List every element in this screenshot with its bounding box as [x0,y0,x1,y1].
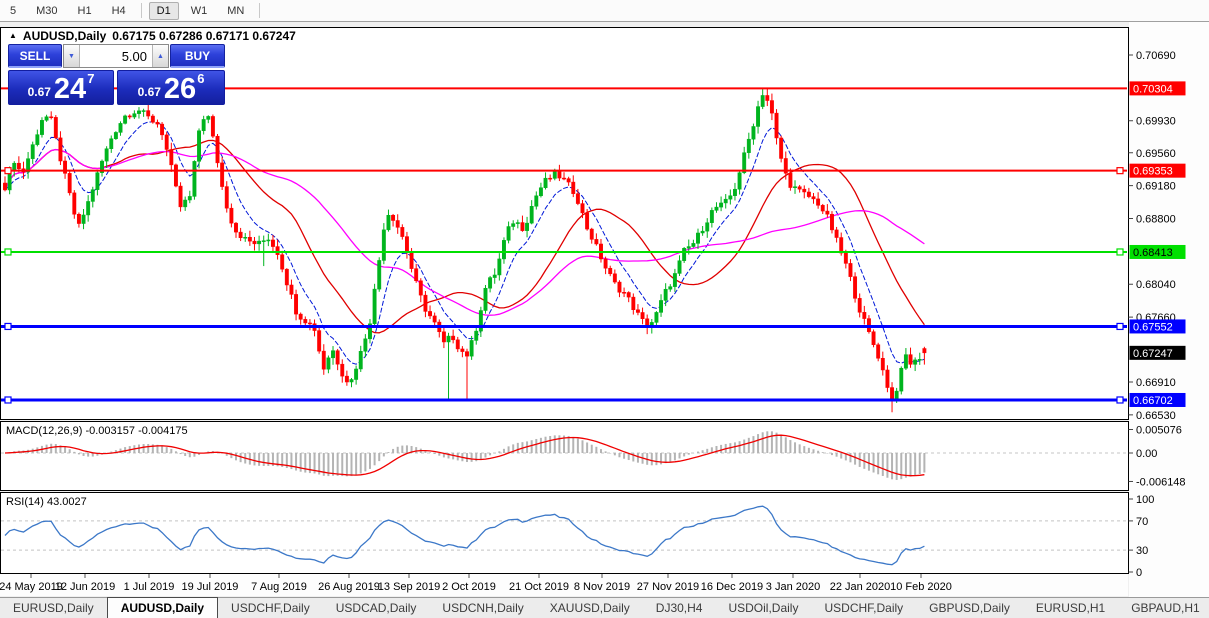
buy-price-pips: 26 [164,74,196,104]
support-line-2-price-label: 0.66702 [1133,395,1173,407]
date-tick-label: 3 Jan 2020 [766,581,820,593]
tab-usdcad-daily[interactable]: USDCAD,Daily [323,598,430,618]
tab-usdcnh-daily[interactable]: USDCNH,Daily [429,598,536,618]
buy-button[interactable]: BUY [170,44,225,68]
buy-price-base: 0.67 [138,85,161,99]
pivot-line-handle[interactable] [1117,249,1123,255]
price-tick-label: 0.66530 [1136,410,1176,422]
date-tick-label: 8 Nov 2019 [574,581,630,593]
toolbar-timeframe-m30[interactable]: M30 [28,2,65,20]
resistance-line-1-price-label: 0.70304 [1133,83,1173,95]
support-line-2-handle[interactable] [1117,397,1123,403]
date-tick-label: 26 Aug 2019 [318,581,380,593]
support-line-1-handle[interactable] [5,323,11,329]
date-tick-label: 2 Oct 2019 [442,581,496,593]
toolbar-timeframe-m5-partial[interactable]: 5 [2,2,24,20]
date-tick-label: 13 Sep 2019 [378,581,440,593]
tab-audusd-daily[interactable]: AUDUSD,Daily [107,597,218,618]
support-line-2-handle[interactable] [5,397,11,403]
chart-symbol-label: AUDUSD,Daily [23,29,106,43]
chart-ohlc-values: 0.67175 0.67286 0.67171 0.67247 [112,29,296,43]
date-tick-label: 27 Nov 2019 [637,581,699,593]
current-price-label: 0.67247 [1133,348,1173,360]
pivot-line-price-label: 0.68413 [1133,247,1173,259]
tab-gbpusd-daily[interactable]: GBPUSD,Daily [916,598,1023,618]
date-tick-label: 7 Aug 2019 [251,581,307,593]
tab-usdchf-daily[interactable]: USDCHF,Daily [811,598,916,618]
volume-increase-button[interactable]: ▲ [152,45,168,67]
macd-scale-label: -0.006148 [1136,476,1186,488]
buy-price-point: 6 [197,71,204,86]
chart-title: ▲ AUDUSD,Daily 0.67175 0.67286 0.67171 0… [9,29,296,43]
timeframe-toolbar: 5M30 H1H4 D1W1MN [0,0,1209,22]
price-scale-column[interactable] [1129,22,1209,597]
volume-input[interactable]: 5.00 [80,45,152,67]
price-tick-label: 0.70690 [1136,50,1176,62]
resistance-line-2-price-label: 0.69353 [1133,166,1173,178]
collapse-chart-icon[interactable]: ▲ [9,32,17,40]
tab-dj30-h4[interactable]: DJ30,H4 [643,598,716,618]
price-tick-label: 0.69560 [1136,148,1176,160]
sell-price-pips: 24 [54,74,86,104]
rsi-panel[interactable] [1,493,1129,574]
tab-usdchf-daily[interactable]: USDCHF,Daily [218,598,323,618]
support-line-1-handle[interactable] [1117,323,1123,329]
sell-button[interactable]: SELL [8,44,62,68]
toolbar-timeframe-h1[interactable]: H1 [70,2,100,20]
date-tick-label: 24 May 2019 [0,581,63,593]
macd-indicator-label: MACD(12,26,9) -0.003157 -0.004175 [6,425,188,437]
volume-control: ▼ 5.00 ▲ [63,44,169,68]
sell-price-button[interactable]: 0.67 24 7 [8,70,114,105]
toolbar-separator [259,3,260,18]
buy-price-button[interactable]: 0.67 26 6 [117,70,225,105]
rsi-indicator-label: RSI(14) 43.0027 [6,496,87,508]
tab-eurusd-h1[interactable]: EURUSD,H1 [1023,598,1118,618]
rsi-scale-label: 100 [1136,494,1154,506]
chart-tab-bar: EURUSD,DailyAUDUSD,DailyUSDCHF,DailyUSDC… [0,597,1209,618]
tab-gbpaud-h1[interactable]: GBPAUD,H1 [1118,598,1209,618]
date-tick-label: 1 Jul 2019 [124,581,175,593]
toolbar-timeframe-d1[interactable]: D1 [149,2,179,20]
date-tick-label: 12 Jun 2019 [55,581,116,593]
support-line-1-price-label: 0.67552 [1133,321,1173,333]
one-click-trade-panel: SELL ▼ 5.00 ▲ BUY 0.67 24 7 0.67 26 6 [8,44,225,105]
macd-scale-label: 0.00 [1136,448,1157,460]
trading-platform-window: 0.70690 0.69930 0.69560 0.69180 0.68800 0.680… [0,0,1209,618]
date-tick-label: 21 Oct 2019 [509,581,569,593]
resistance-line-2-handle[interactable] [5,168,11,174]
resistance-line-2-handle[interactable] [1117,168,1123,174]
tab-xauusd-daily[interactable]: XAUUSD,Daily [537,598,643,618]
toolbar-timeframe-mn[interactable]: MN [219,2,252,20]
toolbar-timeframe-w1[interactable]: W1 [183,2,216,20]
price-tick-label: 0.69930 [1136,116,1176,128]
date-tick-label: 16 Dec 2019 [701,581,763,593]
tab-usdoil-daily[interactable]: USDOil,Daily [715,598,811,618]
rsi-scale-label: 0 [1136,567,1142,579]
macd-scale-label: 0.005076 [1136,425,1182,437]
price-tick-label: 0.68040 [1136,279,1176,291]
rsi-scale-label: 30 [1136,545,1148,557]
price-tick-label: 0.66910 [1136,377,1176,389]
toolbar-timeframe-h4[interactable]: H4 [104,2,134,20]
date-tick-label: 19 Jul 2019 [182,581,239,593]
volume-decrease-button[interactable]: ▼ [64,45,80,67]
date-tick-label: 22 Jan 2020 [830,581,891,593]
price-tick-label: 0.68800 [1136,213,1176,225]
price-tick-label: 0.69180 [1136,181,1176,193]
tab-eurusd-daily[interactable]: EURUSD,Daily [0,598,107,618]
sell-price-base: 0.67 [28,85,51,99]
sell-price-point: 7 [87,71,94,86]
toolbar-separator [141,3,142,18]
rsi-scale-label: 70 [1136,516,1148,528]
date-tick-label: 10 Feb 2020 [890,581,952,593]
pivot-line-handle[interactable] [5,249,11,255]
